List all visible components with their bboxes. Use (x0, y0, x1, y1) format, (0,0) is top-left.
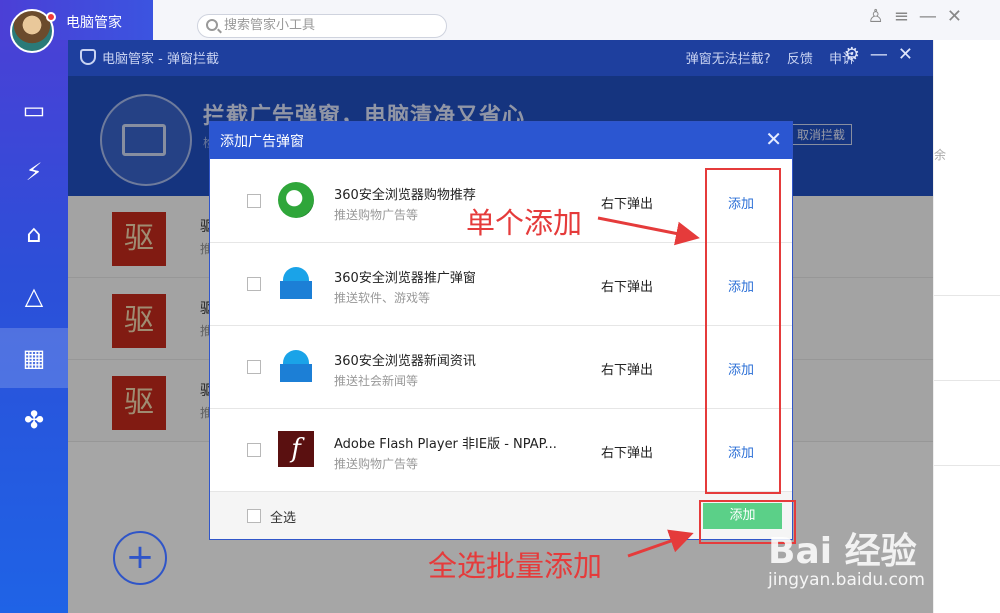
arrow-single (597, 216, 700, 246)
watermark-brand: Bai 经验 (768, 531, 917, 572)
watermark-url: jingyan.baidu.com (768, 570, 925, 590)
baidu-watermark: Bai 经验 jingyan.baidu.com (768, 506, 998, 611)
arrow-batch (627, 529, 694, 558)
